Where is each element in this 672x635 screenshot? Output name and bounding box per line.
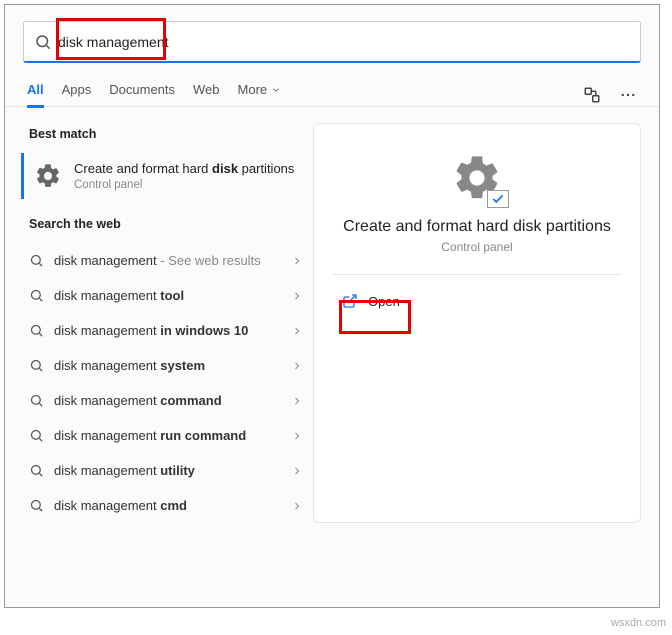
tab-apps[interactable]: Apps bbox=[62, 82, 92, 107]
tab-more-label: More bbox=[238, 82, 268, 97]
web-result-item[interactable]: disk management tool bbox=[27, 278, 309, 313]
web-result-text: disk management utility bbox=[54, 463, 281, 478]
search-icon bbox=[29, 463, 44, 478]
chevron-right-icon bbox=[291, 465, 303, 477]
web-result-text: disk management cmd bbox=[54, 498, 281, 513]
chevron-right-icon bbox=[291, 255, 303, 267]
check-badge bbox=[487, 190, 509, 208]
preview-title: Create and format hard disk partitions bbox=[343, 218, 611, 236]
web-result-item[interactable]: disk management run command bbox=[27, 418, 309, 453]
open-external-icon bbox=[342, 293, 358, 309]
filter-tabs: All Apps Documents Web More bbox=[5, 63, 659, 107]
search-icon bbox=[29, 253, 44, 268]
tab-web[interactable]: Web bbox=[193, 82, 220, 107]
web-result-text: disk management run command bbox=[54, 428, 281, 443]
gear-icon bbox=[34, 162, 62, 190]
search-icon bbox=[29, 288, 44, 303]
preview-pane: Create and format hard disk partitions C… bbox=[313, 123, 641, 523]
search-icon bbox=[29, 498, 44, 513]
tab-all[interactable]: All bbox=[27, 82, 44, 108]
best-match-result[interactable]: Create and format hard disk partitions C… bbox=[21, 153, 309, 199]
chevron-right-icon bbox=[291, 360, 303, 372]
chevron-right-icon bbox=[291, 500, 303, 512]
search-input[interactable] bbox=[52, 34, 630, 50]
web-result-item[interactable]: disk management in windows 10 bbox=[27, 313, 309, 348]
chevron-right-icon bbox=[291, 430, 303, 442]
best-match-subtitle: Control panel bbox=[74, 179, 294, 191]
tab-more[interactable]: More bbox=[238, 82, 282, 107]
chevron-right-icon bbox=[291, 325, 303, 337]
search-icon bbox=[29, 393, 44, 408]
web-result-item[interactable]: disk management cmd bbox=[27, 488, 309, 523]
tab-documents[interactable]: Documents bbox=[109, 82, 175, 107]
divider bbox=[332, 274, 622, 275]
web-result-item[interactable]: disk management command bbox=[27, 383, 309, 418]
more-options-icon[interactable] bbox=[619, 86, 637, 104]
search-icon bbox=[29, 323, 44, 338]
web-result-text: disk management tool bbox=[54, 288, 281, 303]
chevron-down-icon bbox=[271, 85, 281, 95]
search-icon bbox=[29, 428, 44, 443]
web-result-text: disk management command bbox=[54, 393, 281, 408]
web-result-item[interactable]: disk management utility bbox=[27, 453, 309, 488]
search-web-label: Search the web bbox=[29, 217, 309, 231]
search-icon bbox=[34, 33, 52, 51]
watermark: wsxdn.com bbox=[611, 617, 666, 629]
open-button[interactable]: Open bbox=[332, 287, 410, 315]
best-match-label: Best match bbox=[29, 127, 309, 141]
preview-subtitle: Control panel bbox=[441, 240, 512, 254]
web-result-text: disk management - See web results bbox=[54, 253, 281, 268]
web-result-text: disk management system bbox=[54, 358, 281, 373]
best-match-title: Create and format hard disk partitions bbox=[74, 161, 294, 177]
open-label: Open bbox=[368, 294, 400, 309]
chevron-right-icon bbox=[291, 395, 303, 407]
search-bar[interactable] bbox=[23, 21, 641, 63]
preview-icon bbox=[451, 152, 503, 204]
chevron-right-icon bbox=[291, 290, 303, 302]
connect-icon[interactable] bbox=[583, 86, 601, 104]
web-result-item[interactable]: disk management system bbox=[27, 348, 309, 383]
web-result-item[interactable]: disk management - See web results bbox=[27, 243, 309, 278]
check-icon bbox=[491, 192, 505, 206]
web-result-text: disk management in windows 10 bbox=[54, 323, 281, 338]
search-icon bbox=[29, 358, 44, 373]
